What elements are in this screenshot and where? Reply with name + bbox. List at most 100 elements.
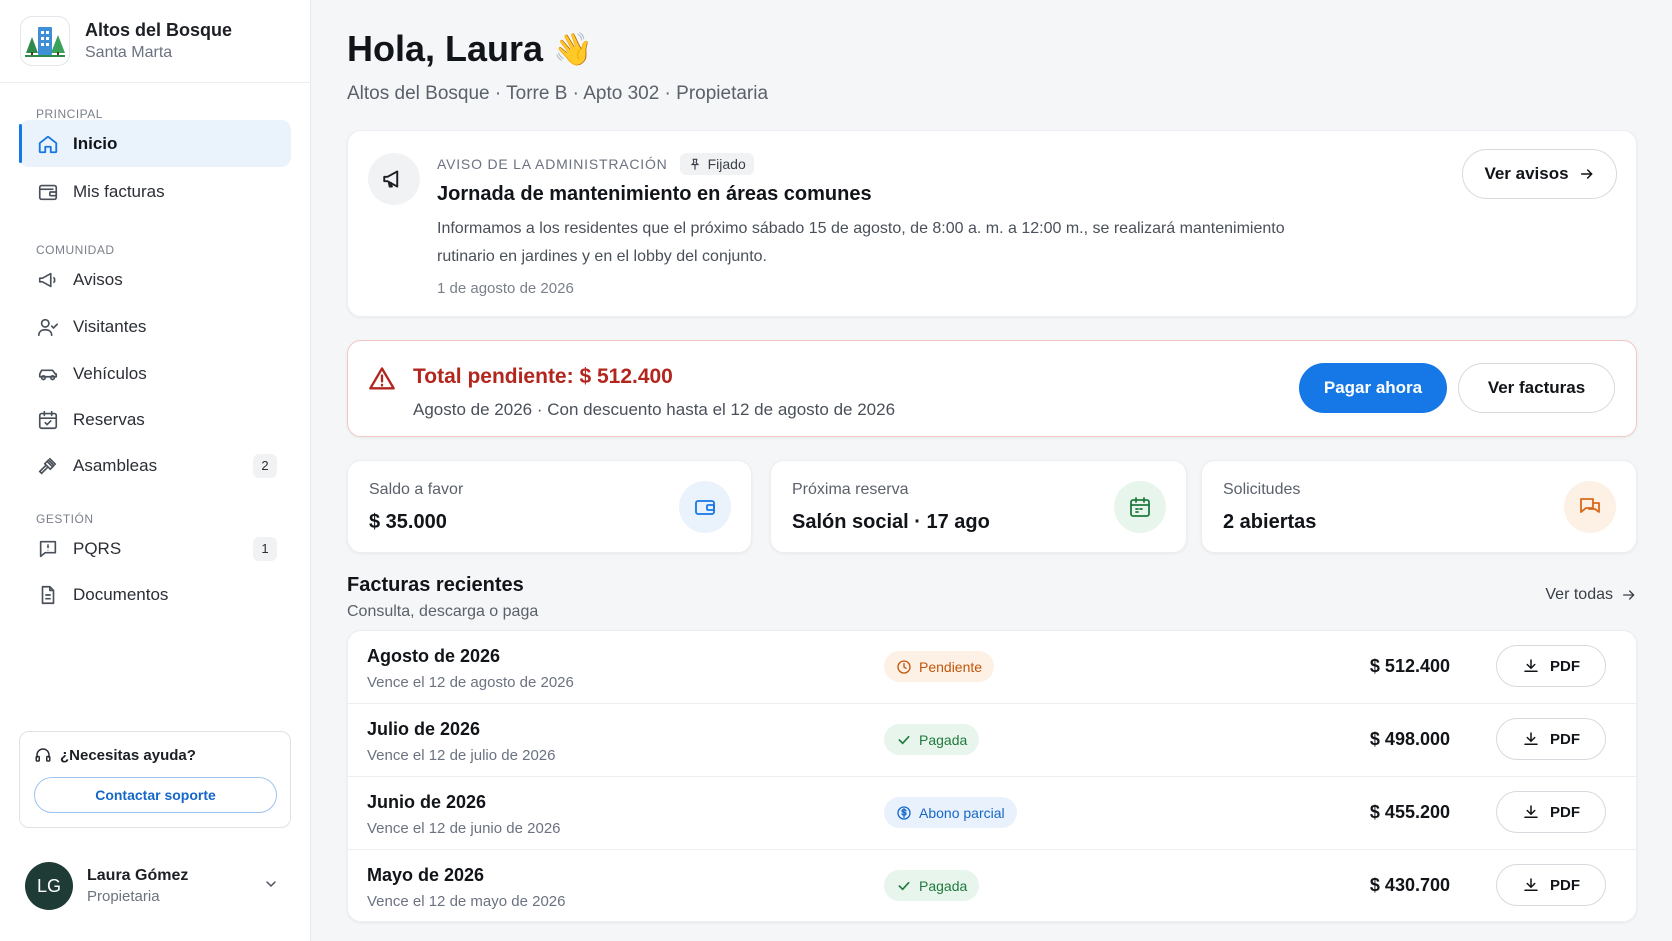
download-pdf-button[interactable]: PDF xyxy=(1496,718,1606,760)
avatar: LG xyxy=(25,862,73,910)
page-title: Hola, Laura 👋 xyxy=(347,28,593,69)
message-alert-icon xyxy=(37,538,59,560)
wallet-icon xyxy=(679,481,731,533)
view-notices-button[interactable]: Ver avisos xyxy=(1462,149,1617,199)
asambleas-count-badge: 2 xyxy=(253,453,277,478)
brand[interactable]: Altos del Bosque Santa Marta xyxy=(0,0,310,83)
recent-invoices-title: Facturas recientes xyxy=(347,574,524,596)
invoice-amount: $ 455.200 xyxy=(1369,802,1450,822)
requests-card[interactable]: Solicitudes 2 abiertas xyxy=(1201,460,1637,553)
invoices-table: Agosto de 2026 Vence el 12 de agosto de … xyxy=(347,630,1637,922)
megaphone-icon xyxy=(368,153,420,205)
next-reservation-value: Salón social · 17 ago xyxy=(792,511,990,533)
nav-section-principal: PRINCIPAL xyxy=(36,107,103,121)
invoice-amount: $ 498.000 xyxy=(1369,729,1450,749)
calendar-icon xyxy=(1114,481,1166,533)
document-icon xyxy=(37,584,59,606)
invoice-amount: $ 430.700 xyxy=(1369,875,1450,895)
user-check-icon xyxy=(37,316,59,338)
sidebar-item-label: Inicio xyxy=(73,133,118,153)
sidebar-item-vehiculos[interactable]: Vehículos xyxy=(19,350,291,397)
waving-hand-icon: 👋 xyxy=(553,31,593,67)
download-pdf-button[interactable]: PDF xyxy=(1496,645,1606,687)
notice-date: 1 de agosto de 2026 xyxy=(437,280,574,297)
pinned-tag: Fijado xyxy=(679,153,754,175)
sidebar-item-pqrs[interactable]: PQRS 1 xyxy=(19,525,291,572)
table-row[interactable]: Junio de 2026 Vence el 12 de junio de 20… xyxy=(348,777,1636,850)
table-row[interactable]: Mayo de 2026 Vence el 12 de mayo de 2026… xyxy=(348,850,1636,921)
page-subtitle: Altos del Bosque · Torre B · Apto 302 · … xyxy=(347,83,769,104)
sidebar-item-documentos[interactable]: Documentos xyxy=(19,571,291,618)
sidebar-item-visitantes[interactable]: Visitantes xyxy=(19,303,291,350)
sidebar-item-label: Avisos xyxy=(73,269,123,289)
car-icon xyxy=(37,363,59,385)
user-menu[interactable]: LG Laura Gómez Propietaria xyxy=(0,848,311,924)
pending-total-alert: Total pendiente: $ 512.400 Agosto de 202… xyxy=(347,340,1637,437)
download-pdf-button[interactable]: PDF xyxy=(1496,864,1606,906)
status-badge: Abono parcial xyxy=(884,797,1017,828)
check-icon xyxy=(896,732,912,748)
status-badge: Pagada xyxy=(884,724,980,755)
sidebar-item-label: Documentos xyxy=(73,584,169,604)
clock-icon xyxy=(896,659,912,675)
gavel-icon xyxy=(37,455,59,477)
user-name: Laura Gómez xyxy=(87,867,189,884)
warning-icon xyxy=(368,365,396,398)
recent-invoices-subtitle: Consulta, descarga o paga xyxy=(347,603,539,620)
megaphone-icon xyxy=(37,269,59,291)
next-reservation-card[interactable]: Próxima reserva Salón social · 17 ago xyxy=(770,460,1187,553)
arrow-right-icon xyxy=(1579,166,1595,182)
pending-total-title: Total pendiente: $ 512.400 xyxy=(413,365,673,388)
notice-title: Jornada de mantenimiento en áreas comune… xyxy=(437,183,872,205)
status-badge: Pagada xyxy=(884,870,980,901)
table-row[interactable]: Julio de 2026 Vence el 12 de julio de 20… xyxy=(348,704,1636,777)
sidebar-item-label: Mis facturas xyxy=(73,181,165,201)
dollar-circle-icon xyxy=(896,805,912,821)
sidebar: Altos del Bosque Santa Marta PRINCIPAL I… xyxy=(0,0,311,941)
table-row[interactable]: Agosto de 2026 Vence el 12 de agosto de … xyxy=(348,631,1636,704)
notice-body: Informamos a los residentes que el próxi… xyxy=(437,220,1285,265)
balance-card[interactable]: Saldo a favor $ 35.000 xyxy=(347,460,752,553)
balance-value: $ 35.000 xyxy=(369,511,447,533)
sidebar-item-label: Vehículos xyxy=(73,363,147,383)
help-title: ¿Necesitas ayuda? xyxy=(60,746,196,764)
sidebar-item-asambleas[interactable]: Asambleas 2 xyxy=(19,442,291,489)
nav-section-comunidad: COMUNIDAD xyxy=(36,243,115,257)
sidebar-item-label: Visitantes xyxy=(73,316,147,336)
notice-card: AVISO DE LA ADMINISTRACIÓN Fijado Jornad… xyxy=(347,130,1637,317)
download-pdf-button[interactable]: PDF xyxy=(1496,791,1606,833)
check-icon xyxy=(896,878,912,894)
view-invoices-button[interactable]: Ver facturas xyxy=(1458,363,1615,413)
contact-support-button[interactable]: Contactar soporte xyxy=(34,777,277,813)
brand-city: Santa Marta xyxy=(85,44,173,61)
pay-now-button[interactable]: Pagar ahora xyxy=(1299,363,1447,413)
nav-section-gestion: GESTIÓN xyxy=(36,512,94,526)
brand-name: Altos del Bosque xyxy=(85,20,233,40)
see-all-invoices-link[interactable]: Ver todas xyxy=(1545,586,1637,604)
sidebar-item-reservas[interactable]: Reservas xyxy=(19,396,291,443)
sidebar-item-avisos[interactable]: Avisos xyxy=(19,256,291,303)
pin-icon xyxy=(688,157,702,171)
pqrs-count-badge: 1 xyxy=(253,536,277,561)
headset-icon xyxy=(34,746,52,764)
download-icon xyxy=(1522,730,1540,748)
notice-label: AVISO DE LA ADMINISTRACIÓN xyxy=(437,156,668,172)
invoice-amount: $ 512.400 xyxy=(1369,656,1450,676)
calendar-check-icon xyxy=(37,409,59,431)
arrow-right-icon xyxy=(1621,587,1637,603)
download-icon xyxy=(1522,657,1540,675)
download-icon xyxy=(1522,803,1540,821)
user-role: Propietaria xyxy=(87,888,160,905)
pending-total-subtitle: Agosto de 2026 · Con descuento hasta el … xyxy=(413,400,896,419)
requests-value: 2 abiertas xyxy=(1223,511,1317,533)
chat-icon xyxy=(1564,481,1616,533)
chevron-down-icon[interactable] xyxy=(263,876,279,897)
status-badge: Pendiente xyxy=(884,651,995,682)
sidebar-item-label: PQRS xyxy=(73,538,122,558)
sidebar-item-inicio[interactable]: Inicio xyxy=(19,120,291,167)
home-icon xyxy=(37,133,59,155)
sidebar-item-mis-facturas[interactable]: Mis facturas xyxy=(19,168,291,215)
download-icon xyxy=(1522,876,1540,894)
sidebar-item-label: Reservas xyxy=(73,409,145,429)
help-box: ¿Necesitas ayuda? Contactar soporte xyxy=(19,731,291,828)
